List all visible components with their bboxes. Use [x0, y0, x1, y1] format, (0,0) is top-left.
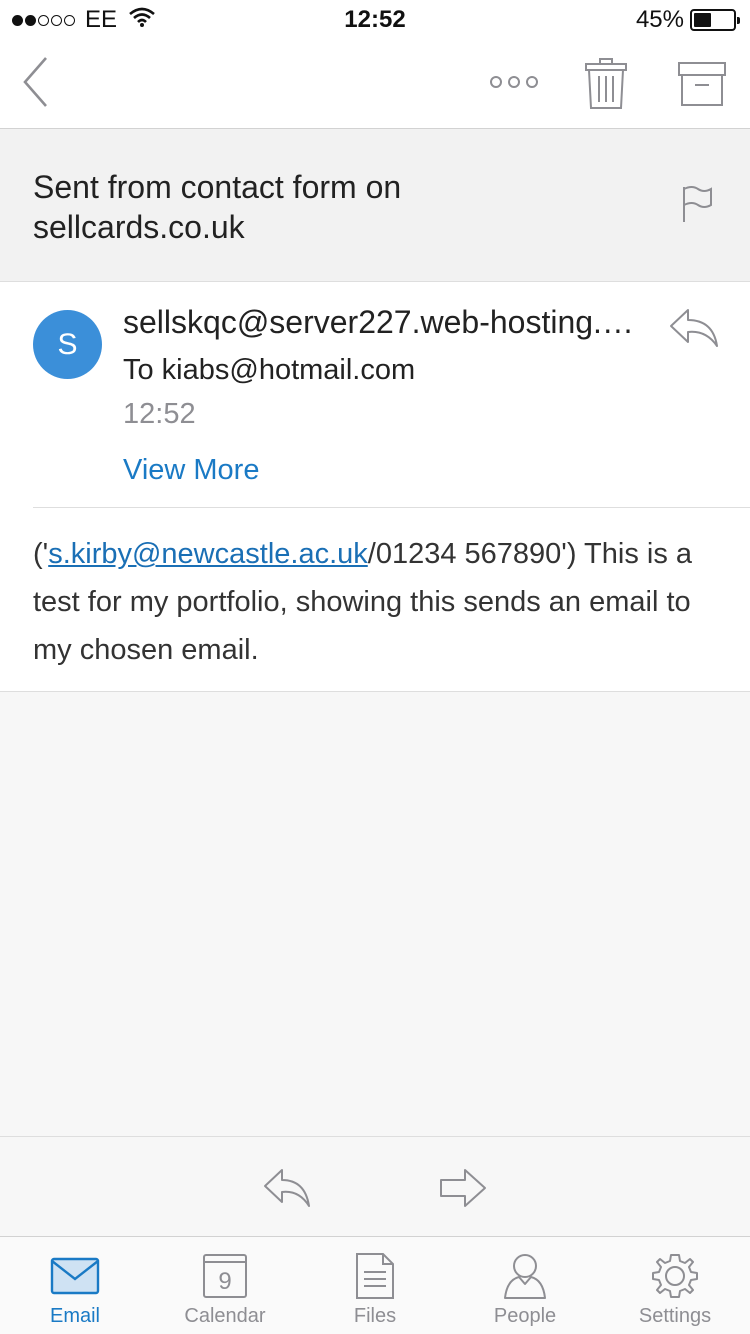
- email-subject: Sent from contact form on sellcards.co.u…: [33, 169, 402, 245]
- more-options-button[interactable]: [482, 62, 546, 102]
- tab-label: Calendar: [184, 1305, 266, 1327]
- archive-button[interactable]: [672, 56, 732, 112]
- back-button[interactable]: [10, 52, 60, 112]
- reply-icon: [264, 1169, 310, 1207]
- tab-files[interactable]: Files: [300, 1237, 450, 1334]
- tab-settings[interactable]: Settings: [600, 1237, 750, 1334]
- reply-button-bottom[interactable]: [262, 1167, 312, 1209]
- subject-header: Sent from contact form on sellcards.co.u…: [0, 129, 750, 282]
- tab-label: Files: [353, 1305, 397, 1327]
- reply-button[interactable]: [668, 306, 720, 350]
- files-icon: [355, 1251, 395, 1301]
- calendar-icon: 9: [202, 1251, 248, 1301]
- gear-icon: [651, 1251, 699, 1301]
- body-prefix: (': [33, 538, 49, 570]
- mail-icon: [50, 1251, 100, 1301]
- reply-icon: [670, 309, 718, 347]
- tab-bar: Email 9 Calendar Files People Settings: [0, 1236, 750, 1334]
- forward-button[interactable]: [438, 1167, 488, 1209]
- message-card: S sellskqc@server227.web-hosting.com To …: [0, 282, 750, 692]
- flag-icon: [683, 186, 712, 222]
- tab-label: People: [493, 1305, 557, 1327]
- tab-email[interactable]: Email: [0, 1237, 150, 1334]
- avatar[interactable]: S: [33, 310, 102, 379]
- sender-address[interactable]: sellskqc@server227.web-hosting.com: [123, 304, 635, 341]
- tab-label: Email: [49, 1305, 100, 1327]
- battery-icon: [690, 9, 740, 31]
- navigation-bar: [0, 40, 750, 129]
- message-time: 12:52: [123, 398, 196, 430]
- message-action-bar: [0, 1136, 750, 1236]
- more-options-icon: [490, 76, 538, 88]
- body-suffix: /01234 567890'): [367, 538, 577, 570]
- delete-button[interactable]: [580, 56, 632, 112]
- status-right: 45%: [635, 6, 740, 34]
- divider: [33, 507, 750, 508]
- back-chevron-icon: [23, 57, 47, 107]
- archive-icon: [678, 62, 726, 106]
- calendar-day: 9: [218, 1268, 231, 1295]
- battery-fill: [694, 13, 712, 27]
- battery-percent: 45%: [635, 6, 684, 33]
- person-icon: [503, 1251, 547, 1301]
- flag-button[interactable]: [680, 184, 714, 229]
- status-bar: EE 12:52 45%: [0, 0, 750, 40]
- email-link[interactable]: s.kirby@newcastle.ac.uk: [48, 538, 368, 570]
- tab-label: Settings: [638, 1305, 712, 1327]
- recipient-address: To kiabs@hotmail.com: [123, 354, 416, 386]
- tab-calendar[interactable]: 9 Calendar: [150, 1237, 300, 1334]
- tab-people[interactable]: People: [450, 1237, 600, 1334]
- trash-icon: [585, 58, 627, 109]
- message-body: ('s.kirby@newcastle.ac.uk/01234 567890')…: [33, 530, 723, 674]
- forward-arrow-icon: [440, 1169, 486, 1207]
- view-more-link[interactable]: View More: [123, 454, 259, 487]
